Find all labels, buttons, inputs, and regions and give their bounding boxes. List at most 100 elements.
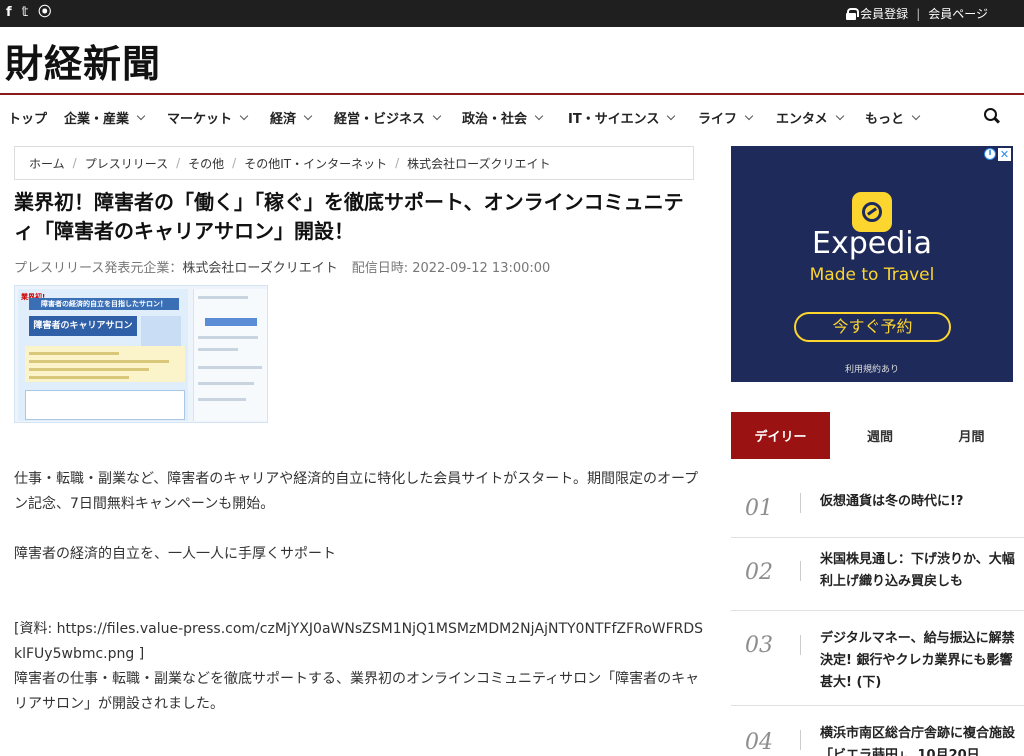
publish-date: 2022-09-12 13:00:00 — [412, 261, 551, 276]
image-text-line — [198, 348, 238, 351]
rank-title[interactable]: 横浜市南区総合庁舎跡に複合施設「ビエラ蒔田」、10月20日 — [820, 723, 1024, 756]
ad-brand: Expedia — [812, 226, 932, 261]
book-now-button[interactable]: 今すぐ予約 — [794, 312, 951, 342]
image-text-line — [29, 352, 119, 355]
image-text-line — [29, 368, 149, 371]
date-label: 配信日時: — [351, 261, 413, 276]
nav-item-label: もっと — [865, 112, 905, 127]
article-title: 業界初！障害者の「働く」「稼ぐ」を徹底サポート、オンラインコミュニティ「障害者の… — [14, 190, 684, 243]
ranking-item[interactable]: 03 デジタルマネー、給与振込に解禁決定! 銀行やクレカ業界にも影響甚大! (下… — [745, 627, 1024, 693]
rank-divider — [800, 635, 801, 655]
company-link[interactable]: 株式会社ローズクリエイト — [182, 261, 337, 276]
rank-number: 04 — [745, 730, 773, 755]
member-links: 会員登録 | 会員ページ — [846, 5, 988, 22]
rank-number: 03 — [745, 633, 773, 658]
image-text-line — [198, 398, 246, 401]
nav-item-label: マーケット — [167, 112, 233, 127]
article-image[interactable]: 業界初! 障害者の経済的自立を目指したサロン！ 障害者のキャリアサロン — [14, 285, 268, 423]
nav-item[interactable]: 経営・ビジネス — [334, 108, 442, 127]
member-page-link[interactable]: 会員ページ — [928, 5, 988, 22]
ranking-item[interactable]: 04 横浜市南区総合庁舎跡に複合施設「ビエラ蒔田」、10月20日 — [745, 722, 1024, 756]
breadcrumb-item[interactable]: 株式会社ローズクリエイト — [407, 155, 550, 172]
top-bar: f 𝕥 ⦿ 会員登録 | 会員ページ — [0, 0, 1024, 27]
tab-monthly[interactable]: 月間 — [930, 412, 1013, 459]
chevron-down-icon — [303, 111, 313, 120]
nav-item[interactable]: 企業・産業 — [64, 108, 146, 127]
breadcrumb-item[interactable]: プレスリリース — [85, 155, 168, 172]
chevron-down-icon — [667, 111, 676, 120]
chevron-down-icon — [239, 111, 249, 120]
rank-divider — [800, 561, 801, 581]
header-divider — [0, 93, 1024, 95]
ranking-separator — [731, 610, 1024, 611]
article-meta: プレスリリース発表元企業：株式会社ローズクリエイト 配信日時: 2022-09-1… — [14, 257, 550, 276]
rank-number: 01 — [745, 496, 773, 521]
breadcrumb-separator: / — [72, 156, 77, 170]
breadcrumb-item[interactable]: その他 — [188, 155, 224, 172]
nav-item-label: トップ — [8, 112, 48, 127]
ad-tagline: Made to Travel — [809, 265, 935, 285]
meta-prefix: プレスリリース発表元企業： — [14, 261, 183, 276]
nav-item[interactable]: マーケット — [167, 108, 249, 127]
chevron-down-icon — [744, 111, 754, 120]
nav-item-label: ライフ — [698, 112, 738, 127]
site-logo[interactable]: 財経新聞 — [5, 42, 161, 86]
breadcrumb-separator: / — [395, 156, 400, 170]
ranking-item[interactable]: 02 米国株見通し：下げ渋りか、大幅利上げ織り込み買戻しも — [745, 549, 1024, 599]
nav-item[interactable]: エンタメ — [776, 108, 844, 127]
breadcrumb-item[interactable]: ホーム — [29, 155, 65, 172]
nav-item-label: IT・サイエンス — [568, 112, 660, 127]
article-paragraph: 障害者の仕事・転職・副業などを徹底サポートする、業界初のオンラインコミュニティサ… — [14, 671, 700, 712]
image-text-line — [198, 382, 254, 385]
nav-item[interactable]: ライフ — [698, 108, 754, 127]
tab-weekly[interactable]: 週間 — [830, 412, 930, 459]
rank-divider — [800, 730, 801, 750]
rank-title[interactable]: 仮想通貨は冬の時代に!? — [820, 491, 1024, 513]
nav-item[interactable]: IT・サイエンス — [568, 108, 676, 127]
tab-daily[interactable]: デイリー — [731, 412, 830, 459]
breadcrumb-separator: / — [232, 156, 237, 170]
chevron-down-icon — [136, 111, 146, 120]
image-text-line — [198, 366, 262, 369]
search-icon[interactable] — [984, 108, 1000, 124]
article-paragraph — [14, 517, 704, 542]
social-links: f 𝕥 ⦿ — [6, 5, 51, 21]
ranking-tabs: デイリー 週間 月間 — [731, 412, 1013, 459]
main-nav: トップ 企業・産業 マーケット 経済 経営・ビジネス 政治・社会 IT・サイエンス ライフ エン… — [0, 96, 1024, 138]
rank-number: 02 — [745, 560, 773, 585]
plane-icon — [862, 202, 882, 222]
image-illustration — [141, 316, 181, 346]
image-text-line — [198, 336, 258, 339]
chevron-down-icon — [835, 111, 844, 120]
facebook-icon[interactable]: f — [6, 5, 12, 21]
ranking-item[interactable]: 01 仮想通貨は冬の時代に!? — [745, 490, 1024, 530]
image-text-line — [29, 376, 129, 379]
chevron-down-icon — [911, 111, 921, 120]
twitter-icon[interactable]: 𝕥 — [22, 5, 29, 21]
member-separator: | — [916, 6, 921, 21]
article-paragraph — [14, 567, 704, 592]
member-register-link[interactable]: 会員登録 — [860, 5, 908, 22]
lock-icon — [846, 7, 860, 20]
nav-item[interactable]: もっと — [865, 108, 921, 127]
rss-icon[interactable]: ⦿ — [38, 5, 51, 21]
rank-title[interactable]: デジタルマネー、給与振込に解禁決定! 銀行やクレカ業界にも影響甚大! (下) — [820, 628, 1024, 694]
rank-title[interactable]: 米国株見通し：下げ渋りか、大幅利上げ織り込み買戻しも — [820, 549, 1024, 593]
image-headline: 障害者の経済的自立を目指したサロン！ — [29, 298, 179, 310]
image-cards — [205, 318, 257, 326]
close-icon[interactable]: ✕ — [998, 148, 1011, 161]
nav-item-label: 政治・社会 — [462, 112, 528, 127]
nav-item-label: 経済 — [270, 112, 297, 127]
expedia-ad[interactable]: i ✕ Expedia Made to Travel 今すぐ予約 利用規約あり — [731, 146, 1013, 382]
nav-item[interactable]: 経済 — [270, 108, 313, 127]
nav-item[interactable]: 政治・社会 — [462, 108, 544, 127]
image-logo: 障害者のキャリアサロン — [29, 316, 137, 336]
nav-item[interactable]: トップ — [8, 108, 47, 127]
image-right-panel — [193, 289, 267, 421]
article-paragraph: 障害者の経済的自立を、一人一人に手厚くサポート — [14, 546, 336, 562]
ad-info-icon[interactable]: i — [984, 148, 996, 160]
ad-terms-note: 利用規約あり — [844, 365, 899, 375]
ranking-separator — [731, 705, 1024, 706]
breadcrumb-item[interactable]: その他IT・インターネット — [244, 155, 387, 172]
breadcrumb: ホーム / プレスリリース / その他 / その他IT・インターネット / 株式会社ローズクリエ… — [14, 146, 694, 180]
